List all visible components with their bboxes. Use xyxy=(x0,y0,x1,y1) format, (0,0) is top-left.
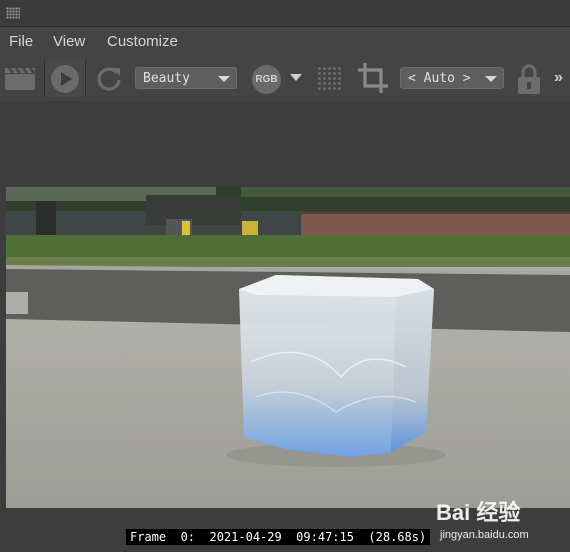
title-bar[interactable] xyxy=(0,0,570,27)
refresh-icon[interactable] xyxy=(94,63,124,93)
zoom-mode-select[interactable]: < Auto > xyxy=(400,67,504,89)
play-button[interactable] xyxy=(44,59,86,97)
lock-icon[interactable] xyxy=(515,63,543,95)
chevron-down-icon xyxy=(485,76,497,82)
render-viewport[interactable]: Frame 0: 2021-04-29 09:47:15 (28.68s) Ba… xyxy=(0,101,570,552)
baidu-watermark-logo: Bai 经验 xyxy=(436,500,521,525)
toolbar: Beauty RGB < Auto > » xyxy=(0,57,570,101)
chevron-down-icon[interactable] xyxy=(290,74,302,81)
chevron-down-icon xyxy=(218,76,230,82)
crop-icon[interactable] xyxy=(356,61,390,95)
grip-icon[interactable] xyxy=(6,7,20,19)
menu-bar: File View Customize xyxy=(0,27,570,57)
render-pass-select[interactable]: Beauty xyxy=(135,67,237,89)
rgb-channel-button[interactable]: RGB xyxy=(252,65,281,94)
menu-file[interactable]: File xyxy=(9,33,33,50)
watermark: Bai 经验 jingyan.baidu.com xyxy=(436,489,568,549)
menu-customize[interactable]: Customize xyxy=(107,33,178,50)
render-pass-value: Beauty xyxy=(143,71,190,86)
frame-status-bar: Frame 0: 2021-04-29 09:47:15 (28.68s) xyxy=(126,529,431,545)
overflow-chevrons-icon[interactable]: » xyxy=(554,69,563,87)
dots-grid-icon[interactable] xyxy=(317,66,341,90)
menu-view[interactable]: View xyxy=(53,33,85,50)
zoom-mode-value: < Auto > xyxy=(408,71,471,86)
clapperboard-icon[interactable] xyxy=(4,65,36,91)
watermark-site: jingyan.baidu.com xyxy=(440,529,529,541)
rendered-image xyxy=(6,187,570,508)
play-icon xyxy=(51,65,79,93)
